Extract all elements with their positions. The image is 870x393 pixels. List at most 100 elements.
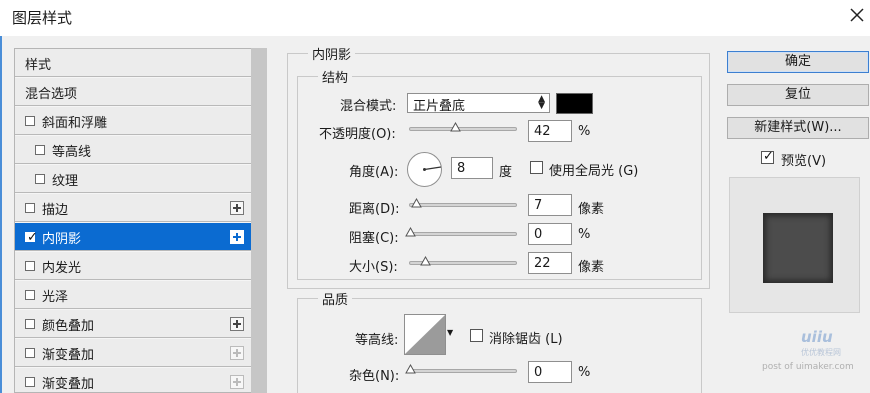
texture-checkbox[interactable] — [35, 174, 45, 184]
noise-slider-thumb[interactable] — [405, 364, 416, 375]
satin-checkbox[interactable] — [25, 290, 35, 300]
ok-button[interactable]: 确定 — [727, 51, 869, 73]
color-overlay-checkbox[interactable] — [25, 319, 35, 329]
check-icon: ✓ — [763, 149, 774, 164]
choke-unit: % — [578, 227, 591, 242]
bevel-emboss-checkbox[interactable] — [25, 116, 35, 126]
sidebar-item-gradient-overlay[interactable]: 渐变叠加 — [15, 339, 251, 367]
angle-input[interactable]: 8 — [451, 157, 493, 179]
add-inner-shadow-icon[interactable] — [230, 230, 244, 244]
size-label: 大小(S): — [349, 260, 398, 275]
gradient-overlay-2-checkbox[interactable] — [25, 377, 35, 387]
style-list: 样式 混合选项 斜面和浮雕 等高线 纹理 描边 ✓ 内阴影 内发光 光泽 颜色叠… — [14, 48, 267, 393]
sidebar-item-bevel-emboss[interactable]: 斜面和浮雕 — [15, 107, 251, 135]
antialias-label[interactable]: 消除锯齿 (L) — [489, 328, 563, 347]
size-unit: 像素 — [578, 260, 605, 275]
sidebar-item-label: 光泽 — [42, 290, 69, 305]
noise-label: 杂色(N): — [349, 369, 400, 384]
blend-mode-label: 混合模式: — [340, 99, 397, 114]
choke-slider[interactable] — [405, 227, 517, 237]
quality-legend: 品质 — [318, 289, 353, 308]
contour-label: 等高线: — [355, 333, 399, 348]
sidebar-item-label: 内发光 — [42, 261, 82, 276]
noise-input[interactable]: 0 — [528, 361, 572, 383]
angle-label: 角度(A): — [349, 165, 399, 180]
distance-slider-thumb[interactable] — [411, 198, 422, 209]
style-preview — [729, 177, 860, 313]
opacity-label: 不透明度(O): — [319, 127, 396, 142]
sidebar-scrollbar[interactable] — [251, 48, 267, 393]
blend-mode-value: 正片叠底 — [413, 99, 466, 114]
contour-curve-icon — [404, 314, 446, 355]
close-icon[interactable] — [846, 4, 868, 26]
opacity-slider[interactable] — [409, 122, 517, 132]
reset-button[interactable]: 复位 — [727, 84, 869, 106]
blend-mode-select[interactable]: 正片叠底 ▲ ▼ — [407, 93, 550, 114]
size-slider-thumb[interactable] — [420, 256, 431, 267]
preview-checkbox[interactable]: ✓ — [761, 149, 774, 164]
contour-checkbox[interactable] — [35, 145, 45, 155]
inner-glow-checkbox[interactable] — [25, 261, 35, 271]
choke-slider-thumb[interactable] — [405, 227, 416, 238]
sidebar-item-label: 纹理 — [52, 174, 79, 189]
noise-slider[interactable] — [405, 364, 517, 374]
contour-picker[interactable]: ▼ — [404, 314, 453, 355]
sidebar-item-label: 渐变叠加 — [42, 377, 95, 392]
sidebar-item-gradient-overlay-2[interactable]: 渐变叠加 — [15, 368, 251, 392]
section-title: 内阴影 — [308, 44, 356, 63]
stroke-checkbox[interactable] — [25, 203, 35, 213]
antialias-checkbox[interactable] — [470, 329, 483, 342]
sidebar-item-inner-shadow[interactable]: ✓ 内阴影 — [15, 223, 251, 251]
contour-dropdown-arrow-icon[interactable]: ▼ — [447, 328, 453, 337]
size-input[interactable]: 22 — [528, 252, 572, 274]
choke-input[interactable]: 0 — [528, 223, 572, 245]
inner-shadow-checkbox[interactable]: ✓ — [25, 230, 38, 245]
window-edge — [0, 36, 11, 393]
opacity-slider-thumb[interactable] — [450, 122, 461, 133]
distance-label: 距离(D): — [349, 202, 400, 217]
select-arrows-icon: ▲ ▼ — [538, 94, 545, 111]
sidebar-item-label: 渐变叠加 — [42, 348, 95, 363]
noise-unit: % — [578, 365, 591, 380]
preview-swatch — [763, 213, 833, 283]
add-color-overlay-icon[interactable] — [230, 317, 244, 331]
distance-unit: 像素 — [578, 202, 605, 217]
title-bar: 图层样式 — [0, 0, 870, 36]
sidebar-item-color-overlay[interactable]: 颜色叠加 — [15, 310, 251, 338]
sidebar-item-label: 等高线 — [52, 145, 92, 160]
preview-label[interactable]: 预览(V) — [781, 150, 826, 169]
distance-slider[interactable] — [409, 198, 517, 208]
distance-input[interactable]: 7 — [528, 194, 572, 216]
sidebar-item-stroke[interactable]: 描边 — [15, 194, 251, 222]
add-stroke-icon[interactable] — [230, 201, 244, 215]
sidebar-item-blending-options[interactable]: 混合选项 — [15, 78, 251, 106]
gradient-overlay-checkbox[interactable] — [25, 348, 35, 358]
watermark-logo: uiiu — [801, 328, 833, 346]
global-light-checkbox[interactable] — [530, 161, 543, 174]
angle-dial-icon[interactable] — [406, 151, 443, 188]
watermark-subtitle: 优优教程网 — [801, 348, 841, 357]
opacity-unit: % — [578, 124, 591, 139]
sidebar-item-label: 混合选项 — [25, 87, 78, 102]
sidebar-item-contour[interactable]: 等高线 — [15, 136, 251, 164]
window-title: 图层样式 — [12, 9, 73, 27]
global-light-label[interactable]: 使用全局光 (G) — [549, 160, 638, 179]
add-gradient-overlay-icon[interactable] — [230, 346, 244, 360]
opacity-input[interactable]: 42 — [528, 120, 572, 142]
sidebar-item-label: 描边 — [42, 203, 69, 218]
sidebar-item-satin[interactable]: 光泽 — [15, 281, 251, 309]
sidebar-item-label: 内阴影 — [42, 232, 82, 247]
new-style-button[interactable]: 新建样式(W)... — [727, 117, 869, 139]
angle-unit: 度 — [499, 165, 513, 180]
shadow-color-swatch[interactable] — [556, 93, 593, 114]
size-slider[interactable] — [409, 256, 517, 266]
sidebar-item-inner-glow[interactable]: 内发光 — [15, 252, 251, 280]
sidebar-item-styles[interactable]: 样式 — [15, 49, 251, 77]
add-gradient-overlay-2-icon[interactable] — [230, 375, 244, 389]
sidebar-item-label: 样式 — [25, 58, 52, 73]
sidebar-item-texture[interactable]: 纹理 — [15, 165, 251, 193]
watermark-url: post of uimaker.com — [762, 362, 854, 372]
sidebar-item-label: 斜面和浮雕 — [42, 116, 108, 131]
check-icon: ✓ — [27, 230, 38, 245]
choke-label: 阻塞(C): — [349, 231, 399, 246]
